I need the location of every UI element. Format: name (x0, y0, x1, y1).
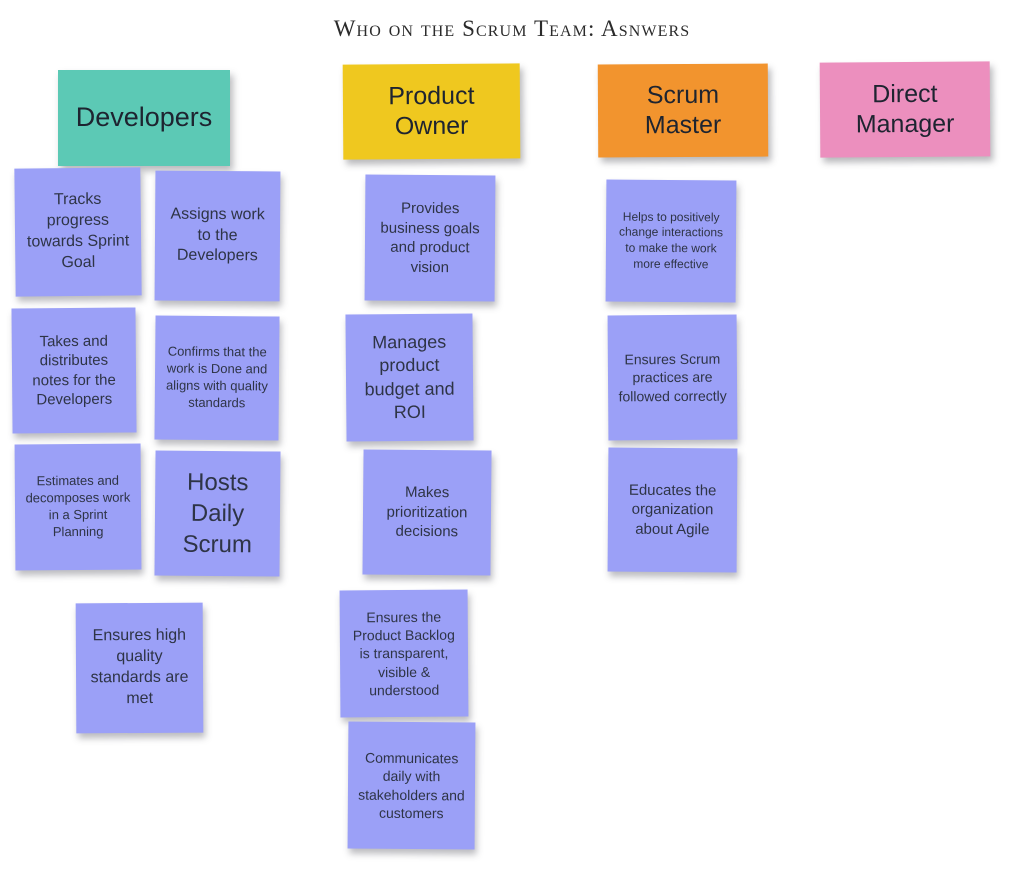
sticky-note-label: Helps to positively change interactions … (618, 209, 724, 271)
column-header-label: Developers (75, 102, 213, 133)
sticky-note[interactable]: Hosts Daily Scrum (154, 450, 281, 577)
sticky-note[interactable]: Estimates and decomposes work in a Sprin… (14, 443, 142, 571)
sticky-note[interactable]: Helps to positively change interactions … (605, 179, 737, 303)
sticky-note[interactable]: Takes and distributes notes for the Deve… (11, 307, 137, 434)
sticky-note-label: Makes prioritization decisions (386, 484, 468, 541)
sticky-note[interactable]: Provides business goals and product visi… (364, 174, 496, 302)
sticky-note[interactable]: Tracks progress towards Sprint Goal (14, 167, 142, 297)
sticky-note[interactable]: Communicates daily with stakeholders and… (347, 721, 476, 850)
sticky-note[interactable]: Educates the organization about Agile (607, 447, 738, 573)
sticky-note[interactable]: Manages product budget and ROI (345, 313, 474, 442)
column-header-label: Direct Manager (855, 80, 955, 138)
sticky-note-label: Ensures the Product Backlog is transpare… (352, 608, 455, 699)
sticky-note[interactable]: Ensures Scrum practices are followed cor… (607, 314, 738, 441)
column-header-developers[interactable]: Developers (58, 70, 230, 166)
sticky-note-label: Communicates daily with stakeholders and… (358, 749, 465, 821)
scrum-roles-board: Who on the Scrum Team: Asnwers Developer… (0, 0, 1024, 880)
column-header-direct-manager[interactable]: Direct Manager (819, 61, 991, 158)
column-header-product-owner[interactable]: Product Owner (342, 63, 521, 160)
sticky-note-label: Manages product budget and ROI (364, 331, 455, 423)
sticky-note[interactable]: Ensures high quality standards are met (75, 602, 204, 734)
column-header-label: Scrum Master (644, 81, 722, 139)
column-header-label: Product Owner (388, 81, 475, 140)
sticky-note-label: Takes and distributes notes for the Deve… (32, 332, 116, 409)
sticky-note-label: Hosts Daily Scrum (182, 468, 253, 559)
sticky-note-label: Ensures Scrum practices are followed cor… (618, 350, 727, 404)
sticky-note-label: Educates the organization about Agile (628, 481, 717, 539)
sticky-note-label: Assigns work to the Developers (170, 205, 265, 265)
sticky-note-label: Estimates and decomposes work in a Sprin… (25, 472, 131, 540)
page-title: Who on the Scrum Team: Asnwers (333, 16, 691, 41)
sticky-note[interactable]: Assigns work to the Developers (154, 170, 281, 302)
sticky-note-label: Ensures high quality standards are met (90, 627, 189, 707)
sticky-note[interactable]: Ensures the Product Backlog is transpare… (339, 589, 469, 718)
sticky-note-label: Confirms that the work is Done and align… (165, 343, 268, 411)
sticky-note[interactable]: Confirms that the work is Done and align… (154, 315, 280, 441)
sticky-note-label: Provides business goals and product visi… (380, 199, 480, 276)
sticky-note[interactable]: Makes prioritization decisions (362, 449, 492, 576)
column-header-scrum-master[interactable]: Scrum Master (597, 63, 769, 158)
sticky-note-label: Tracks progress towards Sprint Goal (26, 191, 130, 271)
